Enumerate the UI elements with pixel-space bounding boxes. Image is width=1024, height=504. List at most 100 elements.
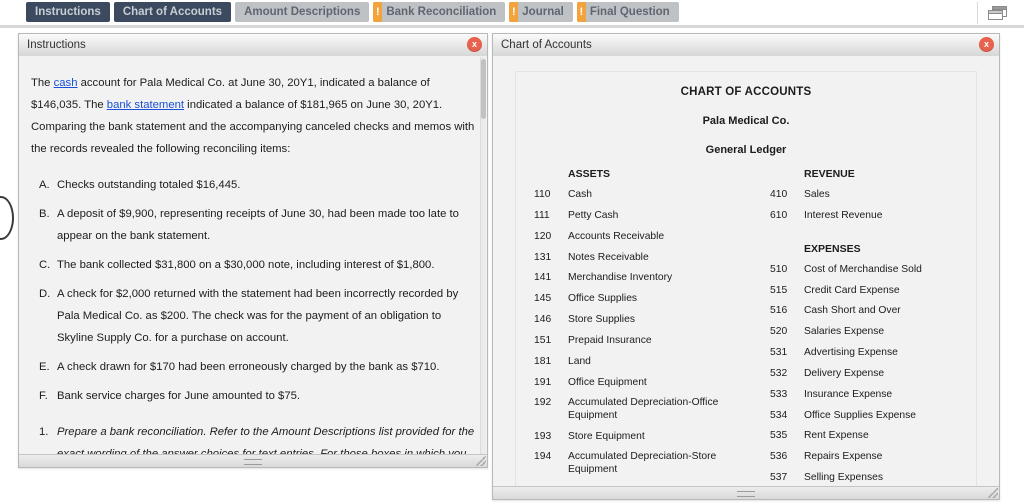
tab-journal[interactable]: ! Journal <box>509 2 573 22</box>
account-row[interactable]: 537 Selling Expenses <box>770 472 966 484</box>
account-number: 520 <box>770 326 788 338</box>
account-row[interactable]: 194 Accumulated Depreciation-Store Equipm… <box>534 451 736 476</box>
account-name: Delivery Expense <box>804 367 885 379</box>
account-row[interactable]: 191 Office Equipment <box>534 377 736 389</box>
account-name: Cash Short and Over <box>804 305 901 317</box>
account-number: 534 <box>770 409 788 421</box>
account-number: 193 <box>534 430 552 442</box>
tab-amount-descriptions[interactable]: Amount Descriptions <box>235 2 370 22</box>
account-number: 131 <box>534 251 552 263</box>
account-row[interactable]: 534 Office Supplies Expense <box>770 410 966 422</box>
account-name: Accumulated Depreciation-Store Equipment <box>568 451 717 475</box>
chart-of-accounts-panel-footer <box>493 486 999 499</box>
account-row[interactable]: 193 Store Equipment <box>534 431 736 443</box>
close-icon[interactable]: x <box>979 37 994 52</box>
instructions-vertical-scrollbar[interactable] <box>480 57 486 454</box>
list-item: C. The bank collected $31,800 on a $30,00… <box>31 254 475 276</box>
drag-grip-handle[interactable] <box>244 459 262 465</box>
instructions-panel-footer <box>19 454 487 467</box>
tab-bank-reconciliation[interactable]: ! Bank Reconciliation <box>373 2 506 22</box>
glossary-link[interactable]: bank statement <box>107 99 184 111</box>
account-number: 515 <box>770 284 788 296</box>
account-section-header: REVENUE <box>804 168 855 180</box>
account-row[interactable]: 120 Accounts Receivable <box>534 231 736 243</box>
accounts-column-left: ASSETS 110 Cash 111 Petty Cash 120 Accounts Re… <box>516 168 746 487</box>
account-name: Advertising Expense <box>804 347 898 359</box>
account-row[interactable]: 520 Salaries Expense <box>770 326 966 338</box>
account-number: 533 <box>770 388 788 400</box>
list-marker: C. <box>39 259 51 272</box>
instructions-panel-title: Instructions <box>27 39 86 51</box>
account-number: 531 <box>770 347 788 359</box>
list-item: E. A check drawn for $170 had been errone… <box>31 356 475 378</box>
required-tasks-list: 1. Prepare a bank reconciliation. Refer t… <box>31 421 475 455</box>
tab-label: Instructions <box>35 6 101 18</box>
resize-handle[interactable] <box>476 456 486 466</box>
account-number: 110 <box>534 189 551 200</box>
account-row[interactable]: 516 Cash Short and Over <box>770 305 966 317</box>
account-number: 410 <box>770 189 788 200</box>
close-icon[interactable]: x <box>467 37 482 52</box>
instructions-panel: Instructions x The cash account for Pala… <box>18 33 488 468</box>
account-name: Repairs Expense <box>804 451 883 463</box>
account-row[interactable]: 181 Land <box>534 356 736 368</box>
tab-label: Journal <box>522 6 564 18</box>
list-item-text: The bank collected $31,800 on a $30,000 … <box>57 259 435 272</box>
account-row[interactable]: 145 Office Supplies <box>534 293 736 305</box>
account-row[interactable]: 131 Notes Receivable <box>534 252 736 264</box>
account-row[interactable]: 535 Rent Expense <box>770 430 966 442</box>
alert-icon: ! <box>509 2 519 22</box>
account-row[interactable]: 532 Delivery Expense <box>770 368 966 380</box>
list-item: B. A deposit of $9,900, representing rece… <box>31 203 475 247</box>
accounts-column-right: REVENUE 410 Sales 610 Interest Revenue EXPENS… <box>746 168 976 487</box>
account-section-header: EXPENSES <box>804 242 861 255</box>
header-divider <box>0 25 1024 28</box>
account-row[interactable]: 151 Prepaid Insurance <box>534 335 736 347</box>
account-number: 536 <box>770 451 788 463</box>
account-row[interactable]: 531 Advertising Expense <box>770 347 966 359</box>
account-name: Cost of Merchandise Sold <box>804 263 922 275</box>
list-item: A. Checks outstanding totaled $16,445. <box>31 174 475 196</box>
glossary-link[interactable]: cash <box>54 77 78 89</box>
account-row[interactable]: 146 Store Supplies <box>534 314 736 326</box>
account-name: Office Equipment <box>568 376 647 388</box>
list-marker: 1. <box>39 426 49 439</box>
account-number: 535 <box>770 430 788 442</box>
account-row[interactable]: 111 Petty Cash <box>534 210 736 222</box>
list-item: F. Bank service charges for June amounted… <box>31 385 475 407</box>
account-row[interactable]: 533 Insurance Expense <box>770 389 966 401</box>
account-row[interactable]: 510 Cost of Merchandise Sold <box>770 264 966 276</box>
account-name: Accumulated Depreciation-Office Equipmen… <box>568 397 719 421</box>
resize-handle[interactable] <box>988 488 998 498</box>
account-row[interactable]: 515 Credit Card Expense <box>770 285 966 297</box>
instructions-intro-paragraph: The cash account for Pala Medical Co. at… <box>31 72 475 160</box>
chart-of-accounts-heading: CHART OF ACCOUNTS <box>680 86 812 98</box>
alert-icon: ! <box>576 2 586 22</box>
account-row[interactable]: 110 Cash <box>534 189 736 201</box>
tab-instructions[interactable]: Instructions <box>26 2 110 22</box>
window-layout-icon[interactable] <box>977 2 1018 24</box>
list-item-text: Bank service charges for June amounted t… <box>57 390 301 403</box>
reconciling-items-list: A. Checks outstanding totaled $16,445. B. A… <box>31 174 475 407</box>
chart-of-accounts-panel-body: CHART OF ACCOUNTS Pala Medical Co. Gener… <box>493 56 999 499</box>
account-number: 192 <box>534 397 552 409</box>
account-row[interactable]: 610 Interest Revenue <box>770 210 966 222</box>
list-item-text: A deposit of $9,900, representing receip… <box>57 208 459 243</box>
account-number: 516 <box>770 305 788 317</box>
application-window: Instructions Chart of Accounts Amount Desc… <box>0 0 1024 504</box>
chart-of-accounts-sheet: CHART OF ACCOUNTS Pala Medical Co. Gener… <box>515 71 977 487</box>
account-row[interactable]: 410 Sales <box>770 189 966 201</box>
account-row[interactable]: 141 Merchandise Inventory <box>534 272 736 284</box>
instructions-content: The cash account for Pala Medical Co. at… <box>19 56 487 455</box>
account-number: 537 <box>770 472 788 484</box>
account-number: 510 <box>770 263 788 275</box>
account-number: 120 <box>534 230 552 242</box>
drag-grip-handle[interactable] <box>737 491 755 497</box>
tab-chart-of-accounts[interactable]: Chart of Accounts <box>113 2 232 22</box>
tab-final-question[interactable]: ! Final Question <box>576 2 679 22</box>
account-number: 191 <box>534 376 552 388</box>
list-item-text: Checks outstanding totaled $16,445. <box>57 179 241 192</box>
account-row[interactable]: 192 Accumulated Depreciation-Office Equip… <box>534 397 736 422</box>
account-name: Notes Receivable <box>568 251 649 263</box>
account-row[interactable]: 536 Repairs Expense <box>770 451 966 463</box>
